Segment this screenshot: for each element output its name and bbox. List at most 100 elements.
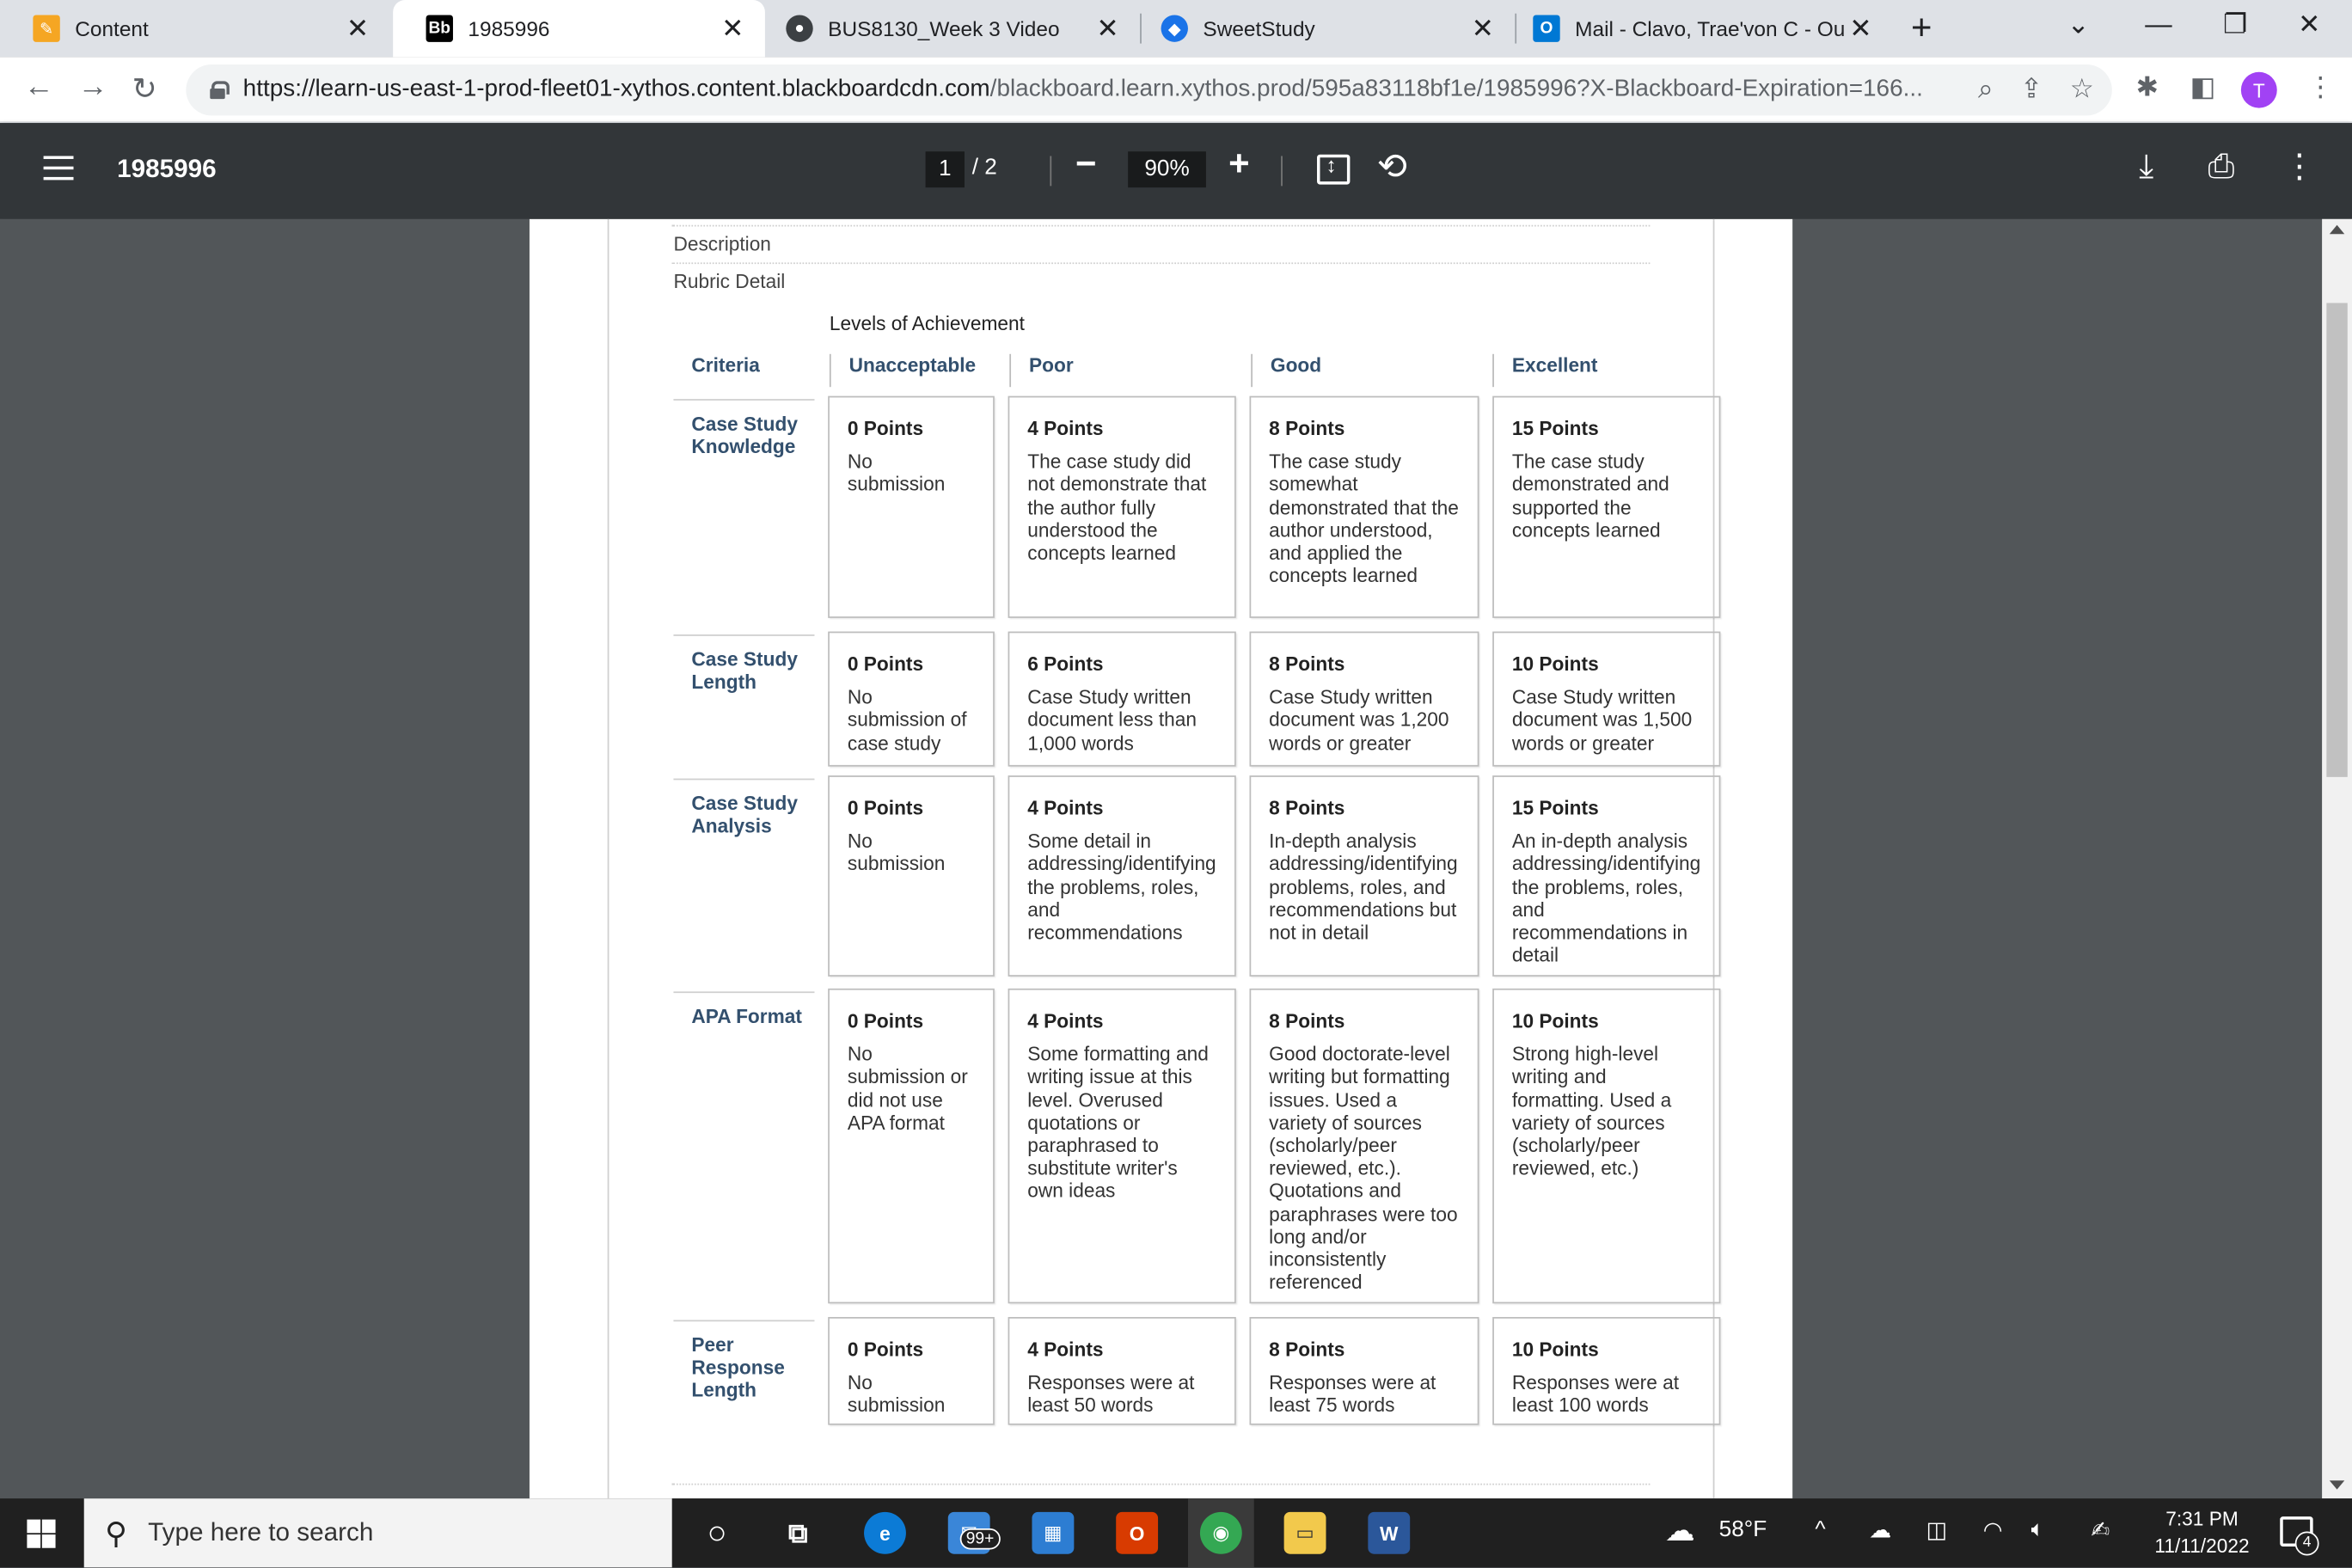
rubric-cell: 8 Points Case Study written document was …: [1249, 631, 1479, 767]
word-icon[interactable]: W: [1368, 1511, 1411, 1554]
tab-week3-video[interactable]: ● BUS8130_Week 3 Video ✕: [753, 0, 1140, 57]
side-panel-icon[interactable]: ◧: [2190, 72, 2216, 104]
close-icon[interactable]: ✕: [1472, 14, 1494, 44]
criterion-case-study-length: Case Study Length: [673, 634, 815, 767]
zoom-out-icon[interactable]: −: [1075, 144, 1096, 187]
fit-to-page-icon[interactable]: [1317, 153, 1351, 185]
menu-icon[interactable]: [43, 156, 74, 181]
office-icon[interactable]: O: [1116, 1511, 1159, 1554]
description-label: Description: [673, 232, 771, 255]
close-icon[interactable]: ✕: [346, 14, 369, 44]
pencil-icon: ✎: [33, 15, 60, 42]
clock-date: 11/11/2022: [2154, 1534, 2250, 1558]
store-icon[interactable]: ▦: [1032, 1511, 1075, 1554]
toolbar-divider: [1050, 156, 1052, 187]
taskbar-clock[interactable]: 7:31 PM 11/11/2022: [2145, 1506, 2259, 1560]
criterion-case-study-knowledge: Case Study Knowledge: [673, 399, 815, 618]
address-bar[interactable]: https://learn-us-east-1-prod-fleet01-xyt…: [186, 64, 2112, 116]
rubric-detail-label: Rubric Detail: [673, 270, 786, 293]
pdf-viewer[interactable]: Description Rubric Detail Levels of Achi…: [0, 218, 2323, 1499]
forward-icon[interactable]: →: [78, 70, 108, 105]
meet-now-icon[interactable]: ◫: [1926, 1516, 1947, 1544]
pdf-page: Description Rubric Detail Levels of Achi…: [529, 218, 1793, 1499]
rubric-cell: 0 Points No submission: [828, 1317, 995, 1425]
rubric-cell: 6 Points Case Study written document less…: [1008, 631, 1236, 767]
share-icon[interactable]: ⇪: [2020, 74, 2043, 106]
tab-mail[interactable]: O Mail - Clavo, Trae'von C - Out ✕: [1500, 0, 1893, 57]
search-placeholder: Type here to search: [148, 1517, 374, 1547]
vertical-scrollbar[interactable]: [2322, 218, 2352, 1499]
clock-time: 7:31 PM: [2165, 1507, 2239, 1530]
onedrive-icon[interactable]: ☁: [1869, 1516, 1891, 1544]
cell-points: 10 Points: [1511, 1338, 1599, 1361]
cell-description: Responses were at least 100 words: [1511, 1371, 1680, 1417]
cell-points: 0 Points: [847, 796, 924, 819]
back-icon[interactable]: ←: [24, 70, 54, 105]
cell-description: No submission: [847, 450, 946, 496]
blackboard-icon: Bb: [426, 15, 453, 42]
cell-points: 8 Points: [1269, 652, 1345, 676]
zoom-input[interactable]: 90%: [1128, 151, 1206, 188]
scroll-down-icon[interactable]: [2329, 1480, 2345, 1490]
cell-description: Some formatting and writing issue at thi…: [1027, 1043, 1209, 1203]
minimize-icon[interactable]: —: [2145, 9, 2171, 40]
file-explorer-icon[interactable]: ▭: [1283, 1511, 1326, 1554]
rubric-cell: 10 Points Strong high-level writing and f…: [1492, 988, 1721, 1304]
rubric-cell: 0 Points No submission or did not use APA…: [828, 988, 995, 1304]
page-number-input[interactable]: 1: [925, 151, 965, 188]
scroll-thumb[interactable]: [2326, 303, 2348, 777]
window-close-icon[interactable]: ✕: [2298, 9, 2320, 40]
edge-icon[interactable]: e: [864, 1511, 906, 1554]
windows-taskbar: ⚲ Type here to search ○ ⧉ e ✉ 99+ ▦ O ◉ …: [0, 1498, 2352, 1568]
wifi-icon[interactable]: ◠: [1983, 1516, 2003, 1544]
cell-description: Some detail in addressing/identifying th…: [1027, 830, 1216, 944]
print-icon[interactable]: ⎙: [2208, 147, 2234, 186]
windows-start-icon[interactable]: [27, 1519, 56, 1548]
cell-description: No submission or did not use APA format: [847, 1043, 968, 1134]
zoom-in-icon[interactable]: +: [1228, 144, 1249, 187]
tab-1985996[interactable]: Bb 1985996 ✕: [393, 0, 765, 58]
profile-avatar[interactable]: T: [2240, 71, 2277, 108]
browser-menu-icon[interactable]: ⋮: [2307, 72, 2334, 104]
cell-description: In-depth analysis addressing/identifying…: [1269, 830, 1458, 944]
rubric-cell: 15 Points An in-depth analysis addressing…: [1492, 775, 1721, 977]
more-actions-icon[interactable]: ⋮: [2283, 147, 2316, 186]
cell-points: 0 Points: [847, 1009, 924, 1032]
pen-icon[interactable]: ✍: [2091, 1516, 2110, 1544]
task-view-icon[interactable]: ⧉: [777, 1512, 819, 1554]
cell-description: Good doctorate-level writing but formatt…: [1269, 1043, 1458, 1294]
tab-search-icon[interactable]: ⌄: [2067, 9, 2089, 40]
chrome-icon[interactable]: ◉: [1199, 1511, 1242, 1554]
download-icon[interactable]: ⤓: [2139, 147, 2153, 186]
reload-icon[interactable]: ↻: [132, 70, 157, 108]
tab-content[interactable]: ✎ Content ✕: [0, 0, 390, 57]
bookmark-star-icon[interactable]: ☆: [2070, 74, 2094, 106]
scroll-up-icon[interactable]: [2329, 224, 2345, 235]
close-icon[interactable]: ✕: [721, 14, 744, 44]
restore-icon[interactable]: ❐: [2223, 9, 2247, 40]
rubric-cell: 4 Points Some detail in addressing/identi…: [1008, 775, 1236, 977]
weather-temp[interactable]: 58°F: [1719, 1516, 1767, 1542]
criterion-apa-format: APA Format: [673, 991, 815, 1303]
tab-sweetstudy[interactable]: ◆ SweetStudy ✕: [1128, 0, 1515, 57]
extensions-icon[interactable]: ✱: [2136, 72, 2159, 104]
cortana-icon[interactable]: ○: [696, 1512, 738, 1554]
lock-icon[interactable]: [210, 81, 230, 100]
new-tab-button[interactable]: +: [1911, 9, 1932, 47]
show-hidden-icons-icon[interactable]: ^: [1815, 1516, 1825, 1542]
volume-icon[interactable]: 🔈︎: [2031, 1516, 2045, 1542]
close-icon[interactable]: ✕: [1849, 14, 1871, 44]
browser-toolbar: ← → ↻ https://learn-us-east-1-prod-fleet…: [0, 57, 2352, 124]
pdf-toolbar: 1985996 1 / 2 − 90% + ⟲ ⤓ ⎙ ⋮: [0, 123, 2352, 219]
rubric-cell: 10 Points Case Study written document was…: [1492, 631, 1721, 767]
taskbar-search-input[interactable]: ⚲ Type here to search: [83, 1498, 672, 1568]
cell-points: 0 Points: [847, 1338, 924, 1361]
cell-description: Responses were at least 75 words: [1269, 1371, 1436, 1417]
url-host: https://learn-us-east-1-prod-fleet01-xyt…: [242, 76, 990, 102]
rotate-icon[interactable]: ⟲: [1377, 145, 1407, 189]
weather-cloud-icon[interactable]: ☁: [1665, 1512, 1695, 1550]
criteria-header: Criteria: [691, 353, 760, 377]
close-icon[interactable]: ✕: [1096, 14, 1118, 44]
cell-points: 10 Points: [1511, 1009, 1599, 1032]
zoom-icon[interactable]: ⌕: [1978, 74, 1994, 106]
